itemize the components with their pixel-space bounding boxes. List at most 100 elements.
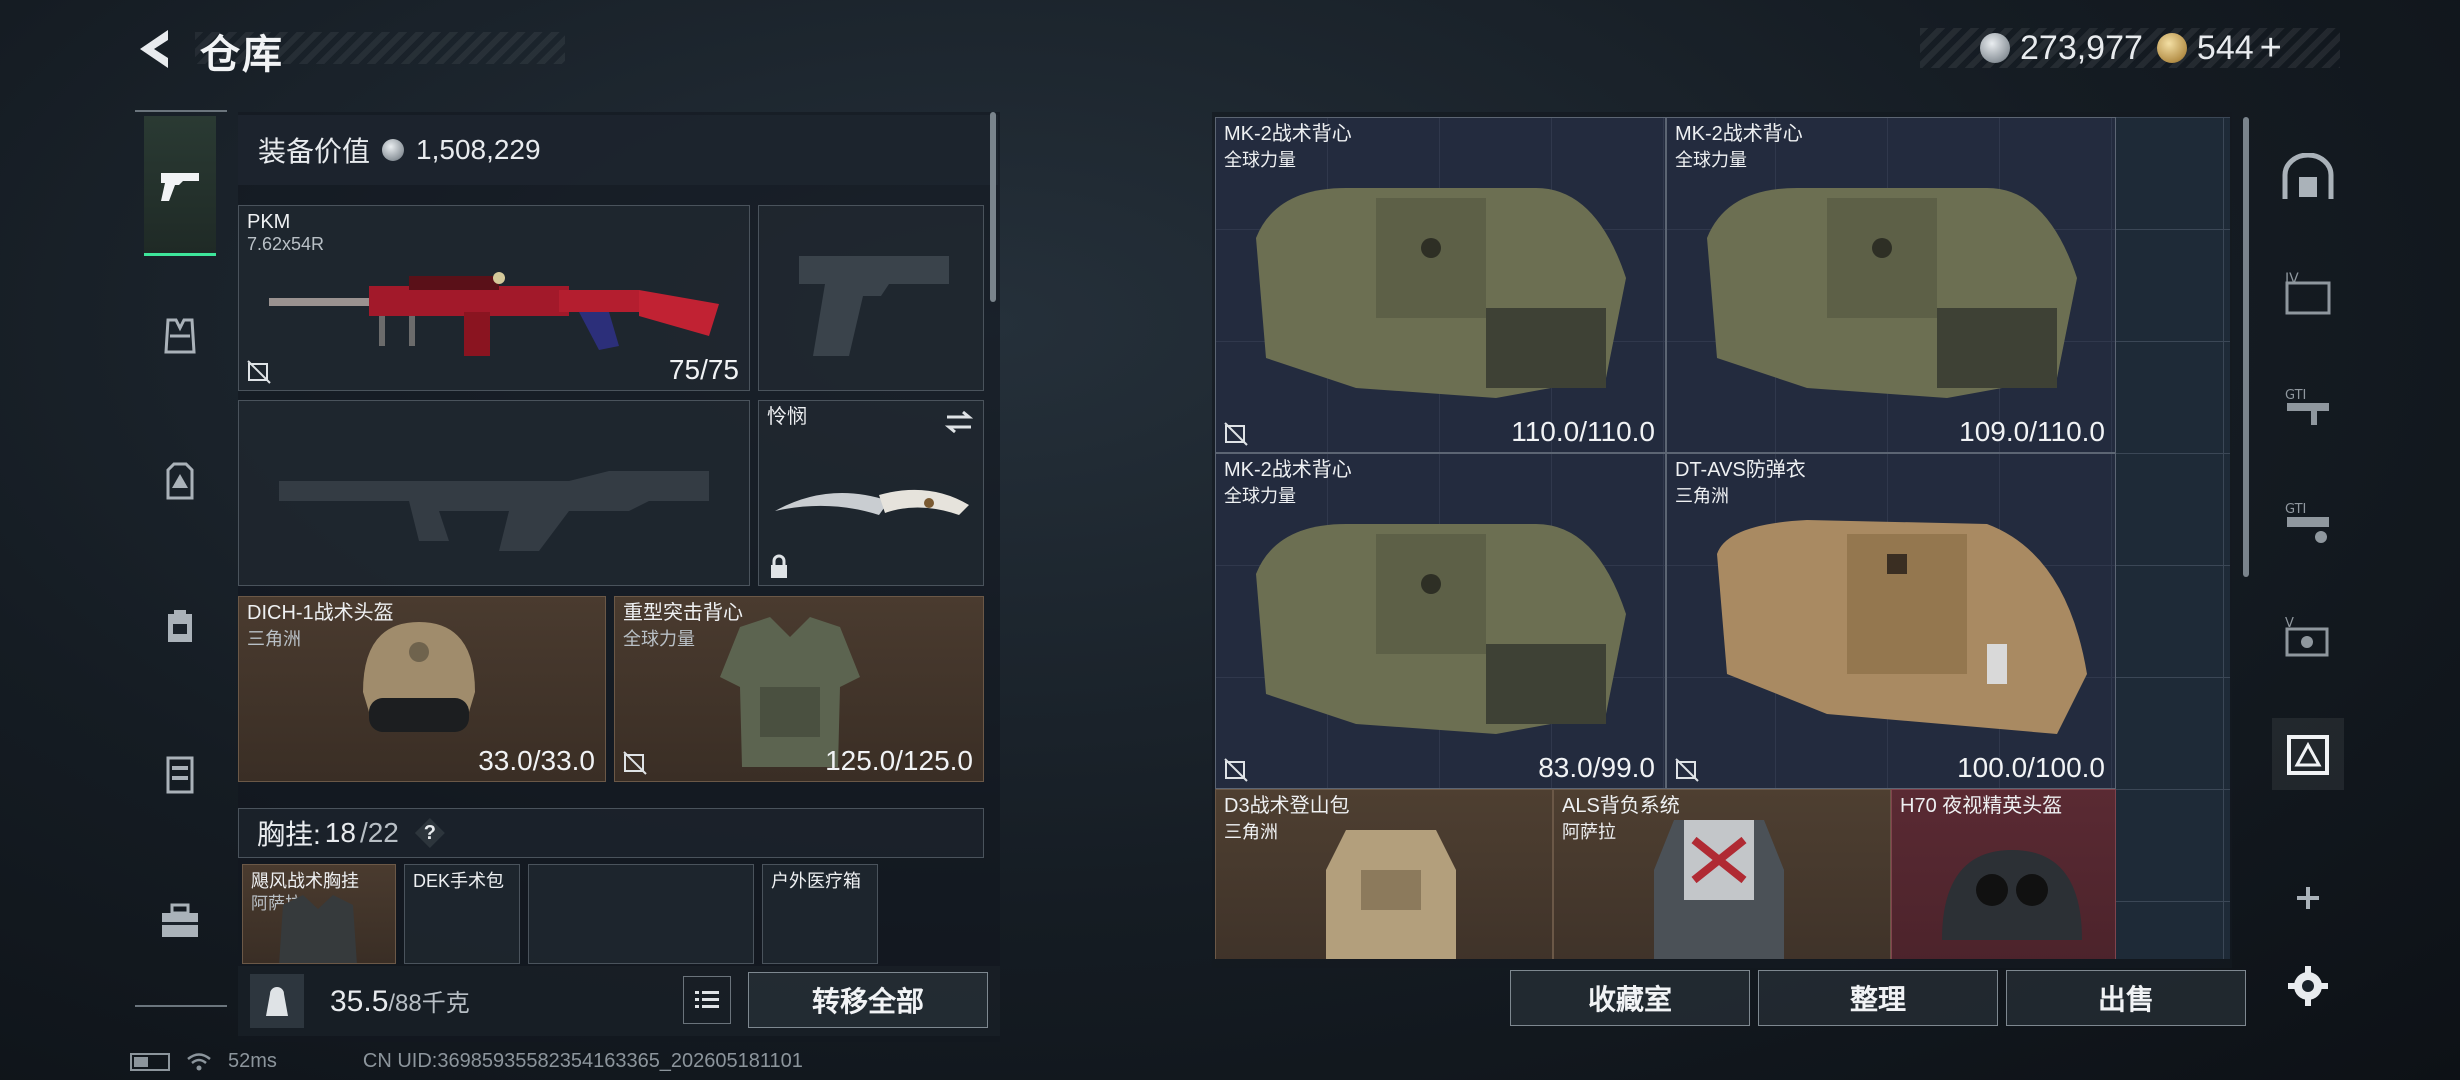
melee-slot[interactable]: 怜悯	[758, 400, 984, 586]
no-insurance-icon	[1675, 758, 1699, 782]
secondary-weapon-slot-empty[interactable]	[238, 400, 750, 586]
carry-weight-current: 35.5	[330, 985, 389, 1018]
helmet-origin: 三角洲	[247, 629, 301, 649]
swap-icon[interactable]	[943, 409, 975, 435]
item-durability: 109.0/110.0	[1959, 416, 2105, 447]
gear-icon	[2288, 966, 2328, 1006]
gold-currency[interactable]: 544 +	[2156, 27, 2282, 70]
karambit-knife-image	[775, 489, 969, 515]
stash-tab-armor-icon	[2287, 735, 2329, 775]
left-rail-bottom-divider	[135, 1005, 227, 1007]
backpack-image	[1326, 830, 1456, 959]
tab-stash-4[interactable]: IV	[2272, 258, 2344, 330]
helmet-slot[interactable]: DICH-1战术头盔 三角洲 33.0/33.0	[238, 596, 606, 782]
chest-rig-total: /22	[359, 817, 399, 848]
add-stash-tab-button[interactable]	[2272, 862, 2344, 934]
no-insurance-icon	[1224, 422, 1248, 446]
page-title: 仓库	[200, 33, 284, 77]
item-durability: 83.0/99.0	[1538, 752, 1655, 783]
tab-stash-gun[interactable]: GTI	[2272, 374, 2344, 446]
weight-icon	[250, 974, 304, 1028]
sidearm-slot-empty[interactable]	[758, 205, 984, 391]
safe-house-icon	[2282, 153, 2334, 199]
stash-item-mk2-vest[interactable]: MK-2战术背心 全球力量 83.0/99.0	[1215, 453, 1666, 789]
sort-button[interactable]: 整理	[1758, 970, 1998, 1026]
no-insurance-icon	[1224, 758, 1248, 782]
primary-weapon-slot[interactable]: PKM 7.62x54R 75/75	[238, 205, 750, 391]
svg-text:IV: IV	[2285, 271, 2299, 287]
ping-text: 52ms	[228, 1050, 277, 1072]
gold-coin-icon	[2156, 33, 2187, 63]
armor-durability: 125.0/125.0	[825, 745, 973, 776]
pistol-icon	[161, 172, 199, 201]
rig-item-hurricane-chest-rig[interactable]: 飓风战术胸挂 阿萨拉	[242, 864, 396, 964]
chest-rig-capacity-row: 胸挂: 18 /22 ?	[238, 808, 984, 858]
item-name: MK-2战术背心	[1675, 123, 1803, 145]
stash-tab-gun-icon: GTI	[2285, 388, 2329, 425]
stash-item-h70-nvg-helmet[interactable]: H70 夜视精英头盔	[1891, 789, 2116, 959]
weapon-name: PKM	[247, 211, 291, 233]
melee-name: 怜悯	[767, 406, 807, 428]
tab-locker[interactable]	[144, 738, 216, 810]
collection-room-button[interactable]: 收藏室	[1510, 970, 1750, 1026]
loadout-scrollbar[interactable]	[990, 112, 996, 302]
carry-weight-max: /88千克	[388, 990, 470, 1017]
item-name: MK-2战术背心	[1224, 123, 1352, 145]
rig-item-dek-surgical-kit[interactable]: DEK手术包	[404, 864, 520, 964]
back-button[interactable]	[130, 24, 180, 74]
add-currency-icon[interactable]: +	[2260, 27, 2282, 70]
stash-scrollbar[interactable]	[2243, 117, 2249, 577]
tab-stash-gun2[interactable]: GTI	[2272, 488, 2344, 560]
tab-briefcase[interactable]	[144, 885, 216, 957]
rig-item-empty[interactable]	[528, 864, 754, 964]
no-insurance-icon	[247, 360, 271, 384]
nvg-helmet-image	[1942, 850, 2082, 940]
tab-safe-house[interactable]	[2272, 142, 2344, 214]
sell-button[interactable]: 出售	[2006, 970, 2246, 1026]
svg-text:V: V	[2285, 616, 2294, 631]
carry-weight: 35.5/88千克	[330, 983, 470, 1019]
tab-stash-5[interactable]: V	[2272, 602, 2344, 674]
backpack-icon	[168, 610, 192, 642]
kettlebell-icon	[266, 987, 288, 1016]
stash-item-d3-backpack[interactable]: D3战术登山包 三角洲	[1215, 789, 1553, 959]
wifi-icon	[187, 1052, 211, 1070]
left-tab-rail	[130, 110, 230, 1010]
stash-item-dt-avs-armor[interactable]: DT-AVS防弹衣 三角洲 100.0/100.0	[1666, 453, 2116, 789]
helmet-durability: 33.0/33.0	[478, 745, 595, 776]
als-pack-image	[1654, 820, 1784, 959]
tab-armor[interactable]	[144, 446, 216, 518]
tab-chest-rig[interactable]	[144, 300, 216, 372]
tab-stash-armor[interactable]	[2272, 718, 2344, 790]
chest-rig-label: 胸挂:	[257, 819, 321, 850]
settings-button[interactable]	[2272, 950, 2344, 1022]
lock-icon	[771, 554, 787, 578]
item-origin: 阿萨拉	[1562, 822, 1616, 842]
chest-rig-image	[279, 895, 357, 963]
item-durability: 100.0/100.0	[1957, 752, 2105, 783]
list-view-button[interactable]	[683, 976, 731, 1024]
silver-coin-icon	[1980, 33, 2010, 63]
vest-icon	[164, 318, 196, 354]
weight-bar: 35.5/88千克 转移全部	[238, 966, 1000, 1036]
stash-item-mk2-vest[interactable]: MK-2战术背心 全球力量 109.0/110.0	[1666, 117, 2116, 453]
equip-value-label: 装备价值	[258, 136, 371, 167]
stash-item-als-carrier[interactable]: ALS背负系统 阿萨拉	[1553, 789, 1891, 959]
stash-grid: MK-2战术背心 全球力量 110.0/110.0 MK-2战术背心 全球力量 …	[1215, 117, 2230, 959]
tab-weapons[interactable]	[144, 116, 216, 256]
help-icon[interactable]: ?	[414, 818, 445, 848]
pistol-silhouette-icon	[799, 256, 949, 356]
body-armor-slot[interactable]: 重型突击背心 全球力量 125.0/125.0	[614, 596, 984, 782]
stash-item-mk2-vest[interactable]: MK-2战术背心 全球力量 110.0/110.0	[1215, 117, 1666, 453]
silver-amount: 273,977	[2020, 28, 2143, 67]
item-name: DT-AVS防弹衣	[1675, 459, 1806, 481]
transfer-all-button[interactable]: 转移全部	[748, 972, 988, 1028]
currency-bar: 273,977 544 +	[1920, 27, 2340, 70]
uid-text: CN UID:3698593558235416336​5_20260518110…	[362, 1050, 803, 1072]
rig-item-name: DEK手术包	[413, 871, 505, 891]
rig-item-outdoor-medkit[interactable]: 户外医疗箱	[762, 864, 878, 964]
mk2-vest-image	[1256, 188, 1626, 398]
stash-tab-rail: IV GTI GTI V	[2250, 112, 2370, 1042]
locker-icon	[166, 756, 194, 794]
tab-backpack[interactable]	[144, 590, 216, 662]
